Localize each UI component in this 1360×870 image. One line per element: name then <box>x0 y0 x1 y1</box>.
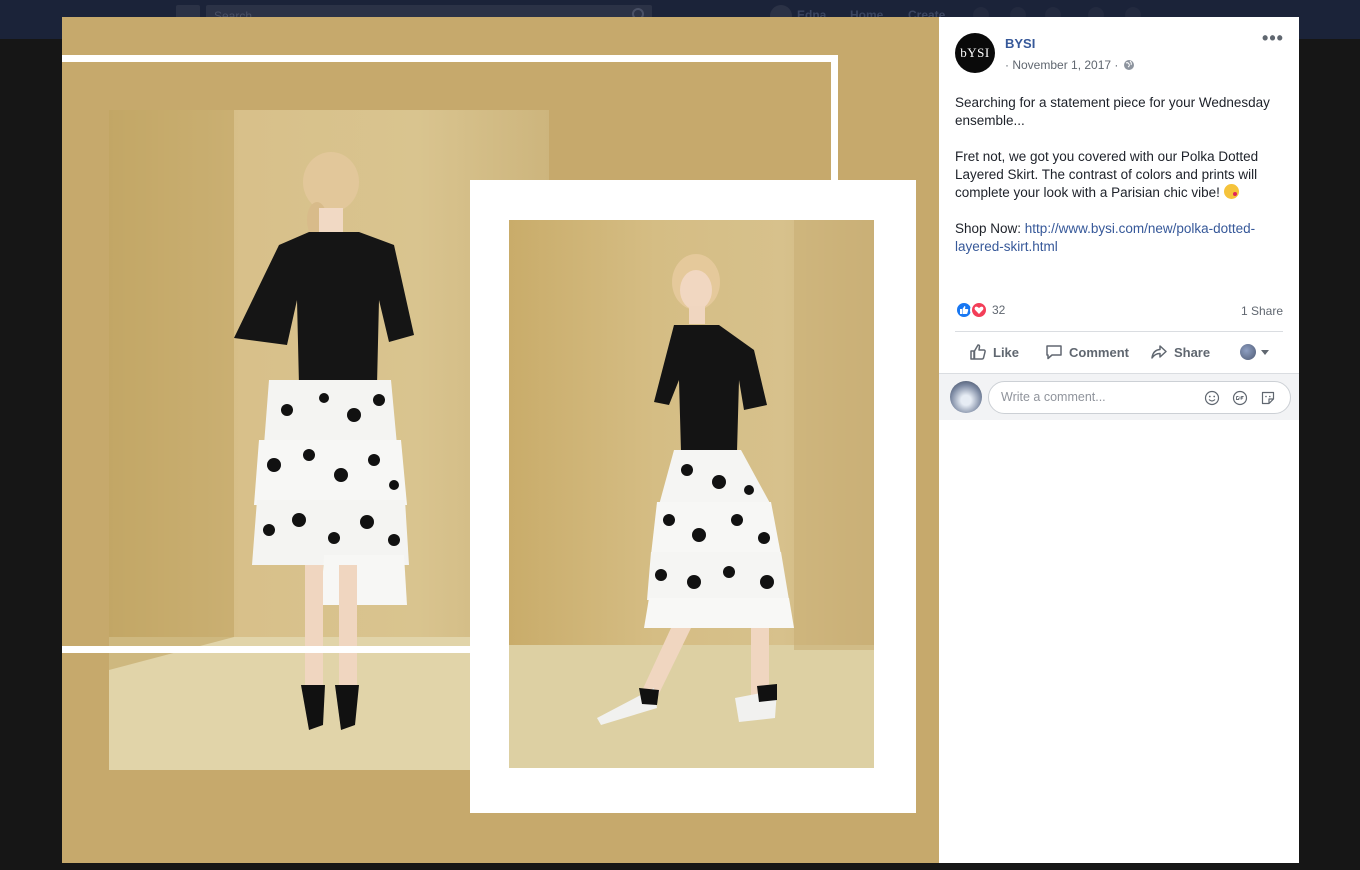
photo-front-view-scene <box>509 220 874 768</box>
post-paragraph-2-text: Fret not, we got you covered with our Po… <box>955 149 1259 200</box>
post-message: Searching for a statement piece for your… <box>955 94 1285 274</box>
kissing-face-emoji-icon <box>1223 184 1239 199</box>
page-avatar[interactable]: bYSI <box>955 33 995 73</box>
chevron-down-icon <box>1261 349 1270 355</box>
post-paragraph-3: Shop Now: http://www.bysi.com/new/polka-… <box>955 220 1285 256</box>
share-button[interactable]: Share <box>1150 343 1210 361</box>
commenter-avatar <box>950 381 982 413</box>
comment-button-label: Comment <box>1069 344 1129 360</box>
post-timestamp[interactable]: · November 1, 2017 · <box>1005 58 1118 72</box>
love-reaction-icon <box>970 301 988 319</box>
comment-composer <box>939 373 1299 420</box>
like-button[interactable]: Like <box>969 343 1019 361</box>
comment-button[interactable]: Comment <box>1045 343 1129 361</box>
reactions-summary[interactable]: 32 <box>955 300 1005 320</box>
sticker-icon[interactable] <box>1260 390 1276 406</box>
shop-now-label: Shop Now: <box>955 221 1025 236</box>
comment-box[interactable] <box>988 381 1291 414</box>
globe-icon[interactable] <box>1123 59 1135 71</box>
post-paragraph-1: Searching for a statement piece for your… <box>955 95 1270 128</box>
reaction-count: 32 <box>992 303 1006 317</box>
post-photo[interactable] <box>62 17 939 863</box>
commenter-mini-avatar <box>1240 344 1257 360</box>
post-details-panel: bYSI BYSI · November 1, 2017 · ••• Searc… <box>939 17 1299 863</box>
share-count[interactable]: 1 Share <box>1241 304 1283 318</box>
emoji-icon[interactable] <box>1204 390 1220 406</box>
post-actions-bar: Like Comment Share <box>955 336 1283 368</box>
page-name-link[interactable]: BYSI <box>1005 36 1035 51</box>
like-button-label: Like <box>993 344 1020 360</box>
thumbs-up-icon <box>970 344 986 360</box>
model-front-view-illustration <box>509 220 874 768</box>
post-paragraph-2: Fret not, we got you covered with our Po… <box>955 148 1285 202</box>
comment-icon <box>1046 345 1062 360</box>
page-avatar-logo: bYSI <box>960 45 990 60</box>
share-arrow-icon <box>1151 345 1167 359</box>
comment-input[interactable] <box>1001 390 1191 404</box>
gif-icon[interactable] <box>1232 390 1248 406</box>
more-options-icon[interactable]: ••• <box>1261 29 1285 49</box>
share-button-label: Share <box>1173 344 1211 360</box>
divider <box>955 331 1283 332</box>
comment-as-selector[interactable] <box>1240 344 1270 360</box>
